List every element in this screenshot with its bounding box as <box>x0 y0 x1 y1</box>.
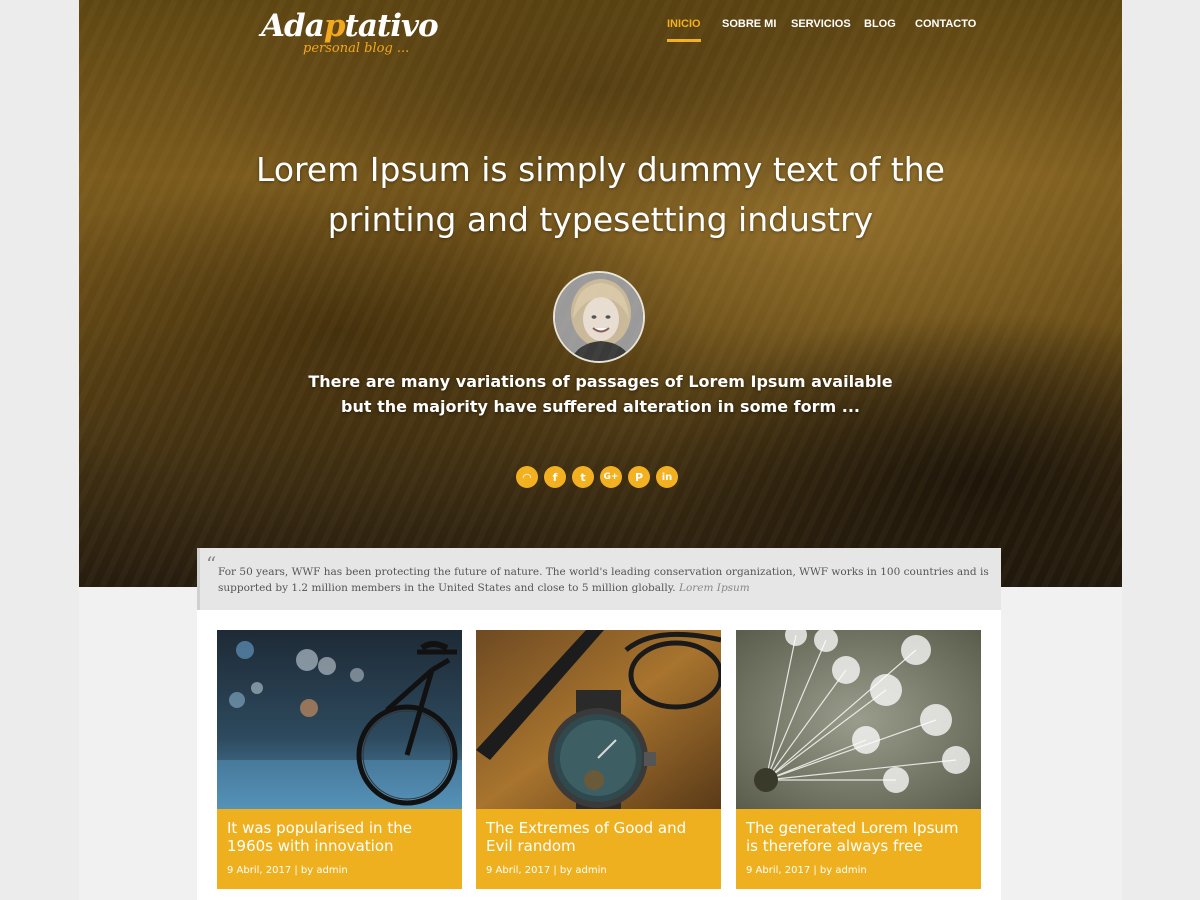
nav-item-servicios[interactable]: SERVICIOS <box>791 18 851 44</box>
social-links: ◠ f t G+ P in <box>516 466 686 488</box>
twitter-icon[interactable]: t <box>572 466 594 488</box>
page: Adaptativo personal blog ... INICIO SOBR… <box>79 0 1122 900</box>
nav-item-inicio[interactable]: INICIO <box>667 18 701 44</box>
hero-subtitle: There are many variations of passages of… <box>308 372 893 416</box>
pinterest-icon[interactable]: P <box>628 466 650 488</box>
woman-portrait-icon <box>555 273 643 361</box>
logo-accent: p <box>323 8 346 44</box>
quote-cite: Lorem Ipsum <box>678 582 750 594</box>
post-title[interactable]: It was popularised in the 1960s with inn… <box>227 819 455 855</box>
post-card[interactable]: The Extremes of Good and Evil random 9 A… <box>476 630 721 889</box>
logo-prefix: Ada <box>261 8 325 44</box>
logo-tagline: personal blog ... <box>303 41 410 56</box>
logo-wordmark: Adaptativo <box>261 8 439 44</box>
post-meta: 9 Abril, 2017 | by admin <box>746 865 867 876</box>
post-meta: 9 Abril, 2017 | by admin <box>227 865 348 876</box>
google-plus-icon[interactable]: G+ <box>600 466 622 488</box>
quote-text: For 50 years, WWF has been protecting th… <box>218 564 996 596</box>
logo-suffix: tativo <box>344 8 439 44</box>
posts-grid: It was popularised in the 1960s with inn… <box>197 610 1001 900</box>
post-meta: 9 Abril, 2017 | by admin <box>486 865 607 876</box>
dandelion-image-icon <box>736 630 981 809</box>
post-card[interactable]: It was popularised in the 1960s with inn… <box>217 630 462 889</box>
post-image[interactable] <box>217 630 462 809</box>
post-card[interactable]: The generated Lorem Ipsum is therefore a… <box>736 630 981 889</box>
post-card-body: The generated Lorem Ipsum is therefore a… <box>736 809 981 889</box>
post-image[interactable] <box>736 630 981 809</box>
bicycle-image-icon <box>217 630 462 809</box>
blockquote: “ For 50 years, WWF has been protecting … <box>197 548 1001 610</box>
nav-item-blog[interactable]: BLOG <box>864 18 896 44</box>
watch-image-icon <box>476 630 721 809</box>
quote-body: For 50 years, WWF has been protecting th… <box>218 566 989 594</box>
nav-item-contacto[interactable]: CONTACTO <box>915 18 976 44</box>
site-logo[interactable]: Adaptativo personal blog ... <box>261 8 439 64</box>
nav-item-sobre-mi[interactable]: SOBRE MI <box>722 18 776 44</box>
post-card-body: It was popularised in the 1960s with inn… <box>217 809 462 889</box>
linkedin-icon[interactable]: in <box>656 466 678 488</box>
post-image[interactable] <box>476 630 721 809</box>
author-avatar <box>553 271 645 363</box>
post-card-body: The Extremes of Good and Evil random 9 A… <box>476 809 721 889</box>
hero-title: Lorem Ipsum is simply dummy text of the … <box>256 150 945 239</box>
facebook-icon[interactable]: f <box>544 466 566 488</box>
quote-mark-icon: “ <box>206 552 217 576</box>
rss-icon[interactable]: ◠ <box>516 466 538 488</box>
post-title[interactable]: The Extremes of Good and Evil random <box>486 819 714 855</box>
post-title[interactable]: The generated Lorem Ipsum is therefore a… <box>746 819 974 855</box>
hero-section: Adaptativo personal blog ... INICIO SOBR… <box>79 0 1122 587</box>
